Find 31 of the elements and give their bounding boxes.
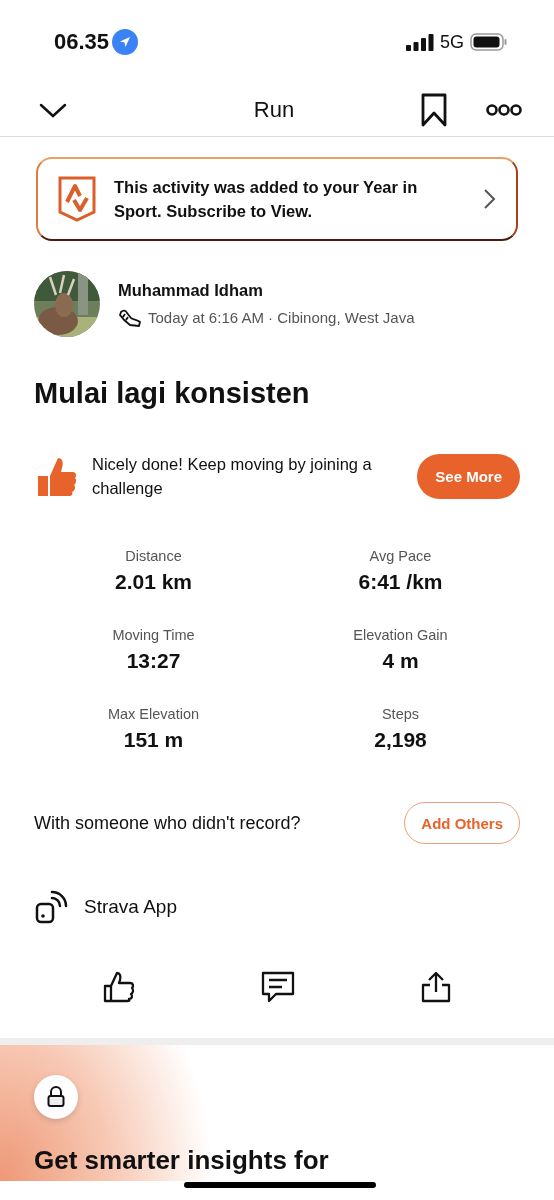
badge-icon [58, 176, 96, 222]
stat-value: 4 m [382, 649, 419, 673]
chevron-right-icon [482, 188, 496, 210]
stat-label: Moving Time [112, 627, 195, 643]
promo-title: Get smarter insights for [34, 1145, 330, 1176]
shoe-icon [118, 307, 142, 328]
stat-value: 6:41 /km [358, 570, 443, 594]
banner-text: This activity was added to your Year in Sport. Subscribe to View. [114, 177, 419, 222]
stat-label: Steps [381, 706, 420, 722]
stat-label: Distance [125, 548, 182, 564]
network-type: 5G [440, 31, 464, 53]
year-in-sport-banner[interactable]: This activity was added to your Year in Sport. Subscribe to View. [36, 157, 518, 241]
page-title: Run [253, 97, 295, 123]
lock-icon [34, 1075, 78, 1119]
stat-value: 151 m [123, 728, 184, 752]
stat-label: Avg Pace [369, 548, 432, 564]
battery-icon [470, 32, 508, 52]
stat-value: 2.01 km [114, 570, 193, 594]
stat-value: 2,198 [374, 728, 427, 752]
device-name: Strava App [84, 896, 177, 918]
stat-label: Max Elevation [107, 706, 200, 722]
signal-icon [406, 33, 434, 51]
stat-value: 13:27 [126, 649, 181, 673]
activity-time-location: Today at 6:16 AM · Cibinong, West Java [148, 309, 415, 326]
add-others-prompt: With someone who didn't record? [34, 812, 301, 834]
activity-title: Mulai lagi konsisten [34, 377, 311, 410]
device-signal-icon [34, 890, 70, 924]
stat-label: Elevation Gain [353, 627, 448, 643]
challenge-prompt: Nicely done! Keep moving by joining a challenge [92, 454, 373, 499]
clock-time: 06.35 [54, 29, 110, 55]
athlete-name[interactable]: Muhammad Idham [118, 280, 415, 300]
